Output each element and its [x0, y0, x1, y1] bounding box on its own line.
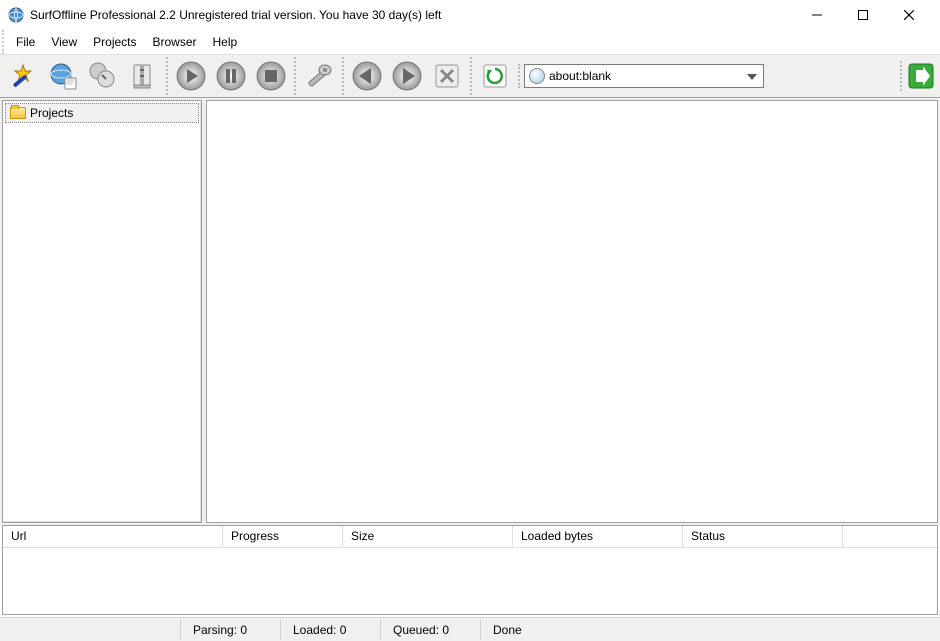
downloads-pane: Url Progress Size Loaded bytes Status [2, 525, 938, 615]
window-title: SurfOffline Professional 2.2 Unregistere… [30, 8, 794, 22]
status-queued: Queued: 0 [380, 620, 480, 640]
chevron-down-icon[interactable] [745, 69, 759, 83]
col-url[interactable]: Url [3, 526, 223, 547]
wizard-button[interactable] [4, 57, 42, 95]
col-progress[interactable]: Progress [223, 526, 343, 547]
copy-button[interactable] [84, 57, 122, 95]
minimize-button[interactable] [794, 0, 840, 30]
tree-root-label: Projects [30, 106, 73, 120]
archive-button[interactable] [124, 57, 162, 95]
status-parsing: Parsing: 0 [180, 620, 280, 640]
url-combobox[interactable] [524, 64, 764, 88]
downloads-header: Url Progress Size Loaded bytes Status [3, 526, 937, 548]
stop-loading-button[interactable] [428, 57, 466, 95]
status-loaded: Loaded: 0 [280, 620, 380, 640]
app-icon [8, 7, 24, 23]
close-button[interactable] [886, 0, 932, 30]
statusbar: Parsing: 0 Loaded: 0 Queued: 0 Done [0, 617, 940, 641]
main-area: Projects [0, 98, 940, 525]
window-controls [794, 0, 932, 30]
maximize-button[interactable] [840, 0, 886, 30]
menu-browser[interactable]: Browser [145, 32, 205, 52]
col-loaded-bytes[interactable]: Loaded bytes [513, 526, 683, 547]
tree-root-projects[interactable]: Projects [5, 103, 199, 123]
titlebar: SurfOffline Professional 2.2 Unregistere… [0, 0, 940, 30]
pause-button[interactable] [212, 57, 250, 95]
play-button[interactable] [172, 57, 210, 95]
menu-view[interactable]: View [43, 32, 85, 52]
browser-pane[interactable] [206, 100, 938, 523]
globe-icon [529, 68, 545, 84]
col-spacer [843, 526, 937, 547]
forward-button[interactable] [388, 57, 426, 95]
go-button[interactable] [906, 61, 936, 91]
menu-help[interactable]: Help [205, 32, 246, 52]
folder-icon [10, 107, 26, 119]
menu-projects[interactable]: Projects [85, 32, 144, 52]
toolbar [0, 54, 940, 98]
col-status[interactable]: Status [683, 526, 843, 547]
status-state: Done [480, 620, 940, 640]
status-blank [0, 627, 180, 633]
stop-button[interactable] [252, 57, 290, 95]
col-size[interactable]: Size [343, 526, 513, 547]
settings-button[interactable] [300, 57, 338, 95]
menubar: File View Projects Browser Help [2, 30, 940, 54]
menu-file[interactable]: File [8, 32, 43, 52]
back-button[interactable] [348, 57, 386, 95]
refresh-button[interactable] [476, 57, 514, 95]
new-project-button[interactable] [44, 57, 82, 95]
projects-tree[interactable]: Projects [2, 100, 202, 523]
url-input[interactable] [549, 69, 741, 83]
